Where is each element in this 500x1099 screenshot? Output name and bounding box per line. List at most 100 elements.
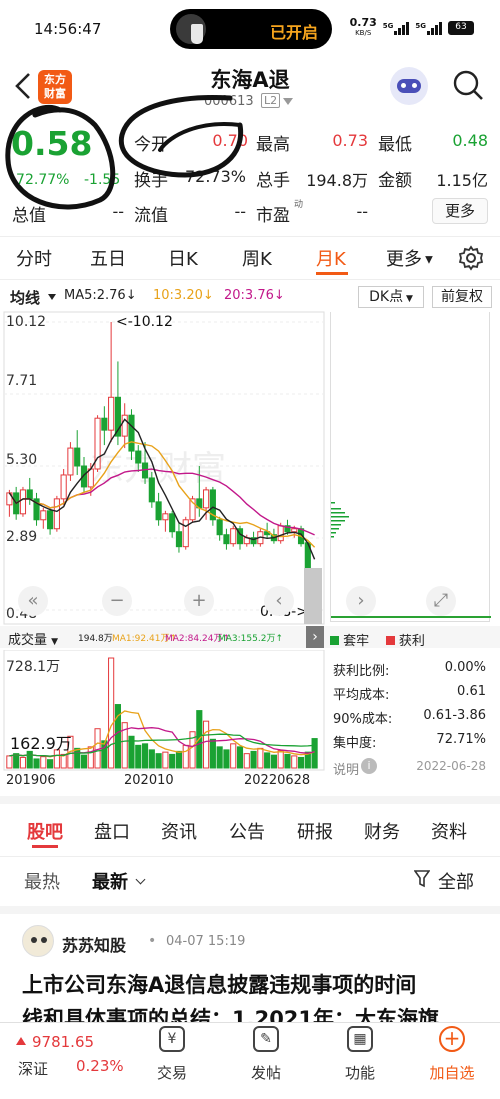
scroll-left-icon[interactable]: ‹ <box>264 586 294 616</box>
tab-profile[interactable]: 资料 <box>431 818 467 844</box>
status-time: 14:56:47 <box>34 20 102 38</box>
tab-intraday[interactable]: 分时 <box>16 245 52 271</box>
add-watchlist-button[interactable]: + 加自选 <box>420 1026 484 1083</box>
adjust-selector[interactable]: 前复权 <box>432 286 492 308</box>
candle-body <box>67 447 74 476</box>
total-cap-value: -- <box>112 202 124 221</box>
chip-bar <box>331 508 341 510</box>
functions-button[interactable]: ▦ 功能 <box>328 1026 392 1083</box>
x-label-end: 20220628 <box>244 773 311 788</box>
volume-value: 194.8万 <box>306 171 368 190</box>
sort-newest[interactable]: 最新 <box>92 868 128 894</box>
candle-body <box>230 528 237 545</box>
tab-more-periods[interactable]: 更多 ▼ <box>386 245 433 271</box>
sort-hot[interactable]: 最热 <box>24 868 60 894</box>
x-label-mid: 202010 <box>124 773 174 788</box>
code-dropdown-icon[interactable] <box>283 98 293 105</box>
volume-bar <box>33 758 40 769</box>
candle-body <box>128 414 135 452</box>
tab-financials[interactable]: 财务 <box>364 818 400 844</box>
high-value: 0.73 <box>332 131 368 150</box>
candle-body <box>162 513 169 521</box>
volume-selector[interactable]: 成交量 ▼ <box>8 629 58 648</box>
volume-bar <box>74 747 81 769</box>
cost-date: 2022-06-28 <box>416 759 486 773</box>
tab-weekly-k[interactable]: 周K <box>242 245 272 271</box>
tab-daily-k[interactable]: 日K <box>168 245 198 271</box>
volume-next-icon[interactable]: › <box>306 626 324 648</box>
post-time: 04-07 15:19 <box>166 934 246 949</box>
chip-bar <box>331 502 335 504</box>
volume-bar <box>216 746 223 769</box>
explain-link[interactable]: 说明 <box>333 759 359 778</box>
post-author[interactable]: 苏苏知股 <box>62 932 126 956</box>
concentration-label: 集中度: <box>333 736 377 751</box>
level2-badge[interactable]: L2 <box>261 93 281 108</box>
gear-icon[interactable] <box>458 245 484 271</box>
index-name[interactable]: 深证 <box>18 1058 48 1079</box>
profit-ratio-value: 0.00% <box>444 660 486 675</box>
avatar[interactable] <box>22 925 54 957</box>
ma-selector[interactable]: 均线 <box>10 287 40 308</box>
kline-chart[interactable]: 东方财富 <box>0 310 326 626</box>
volume-bar <box>243 753 250 769</box>
index-value[interactable]: 9781.65 <box>32 1033 94 1051</box>
edit-icon: ✎ <box>253 1026 279 1052</box>
sim2-signal-icon: 5G <box>415 21 442 35</box>
scroll-right-icon[interactable]: › <box>346 586 376 616</box>
candle-body <box>169 513 176 533</box>
scroll-left-fast-icon[interactable]: « <box>18 586 48 616</box>
info-icon[interactable]: i <box>361 758 377 774</box>
tab-orderbook[interactable]: 盘口 <box>94 818 130 844</box>
float-cap-value: -- <box>234 202 246 221</box>
post-button[interactable]: ✎ 发帖 <box>234 1026 298 1083</box>
candle-body <box>60 474 67 500</box>
turnover-value: 72.73% <box>184 167 246 186</box>
tab-news[interactable]: 资讯 <box>161 818 197 844</box>
more-quote-button[interactable]: 更多 <box>432 198 488 224</box>
zoom-in-icon[interactable]: + <box>184 586 214 616</box>
volume-bar <box>108 657 115 769</box>
chip-legend: 套牢 获利 <box>330 630 425 649</box>
candle-body <box>291 528 298 533</box>
robot-assistant-icon[interactable] <box>390 67 428 105</box>
turnover-label: 换手 <box>134 171 168 191</box>
chip-bar <box>331 520 345 522</box>
volume-bar <box>209 738 216 769</box>
net-speed: 0.73 KB/S <box>349 16 377 37</box>
dot-separator: • <box>148 933 157 949</box>
zoom-out-icon[interactable]: − <box>102 586 132 616</box>
volume-bar <box>135 744 142 769</box>
candle-body <box>216 519 223 536</box>
candle-body <box>277 525 284 542</box>
dk-point-selector[interactable]: DK点 ▼ <box>358 286 424 308</box>
expand-icon[interactable]: ⤢ <box>426 586 456 616</box>
tab-announcements[interactable]: 公告 <box>229 818 265 844</box>
chip-distribution-chart <box>331 502 491 618</box>
index-percent[interactable]: 0.23% <box>76 1057 124 1075</box>
filter-all[interactable]: 全部 <box>438 868 474 894</box>
chip-bar <box>331 524 341 526</box>
tab-five-day[interactable]: 五日 <box>90 245 126 271</box>
volume-bar <box>169 753 176 769</box>
volume-y-mark: 162.9万 <box>10 734 72 753</box>
flashlight-icon <box>176 14 206 44</box>
active-tab-indicator <box>316 272 348 275</box>
tab-research[interactable]: 研报 <box>297 818 333 844</box>
volume-bar <box>291 755 298 769</box>
tab-monthly-k[interactable]: 月K <box>316 245 346 271</box>
tab-guba[interactable]: 股吧 <box>27 818 63 844</box>
pe-value: -- <box>356 202 368 221</box>
pe-label: 市盈 <box>256 206 290 226</box>
trade-button[interactable]: ¥ 交易 <box>140 1026 204 1083</box>
volume-bar <box>264 752 271 769</box>
volume-bar <box>19 756 27 769</box>
more-periods-label: 更多 <box>386 249 422 270</box>
ma-row: 均线 MA5:2.76↓ 10:3.20↓ 20:3.76↓ <box>0 284 500 310</box>
search-icon[interactable] <box>452 69 484 101</box>
chart-scrollbar[interactable] <box>304 568 322 624</box>
candle-body <box>175 531 183 548</box>
filter-icon[interactable] <box>414 870 430 888</box>
total-cap-label: 总值 <box>12 206 46 226</box>
flashlight-pill[interactable]: 已开启 <box>170 9 332 49</box>
